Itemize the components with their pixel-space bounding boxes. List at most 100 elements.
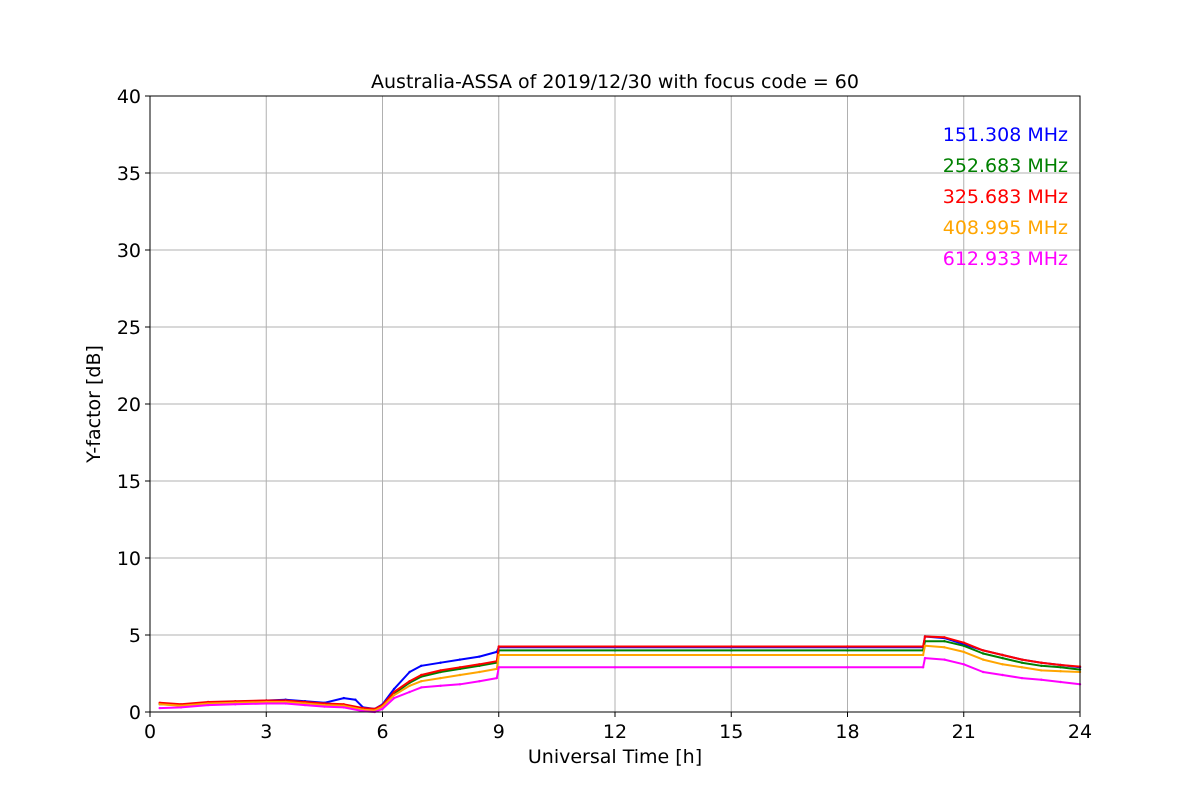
data-point [943,636,946,639]
data-point [1040,678,1043,681]
data-point [846,645,849,648]
data-point [846,666,849,669]
y-tick-label: 5 [129,625,141,647]
data-point [1059,666,1062,669]
data-point [943,640,946,643]
legend-entry: 252.683 MHz [943,155,1068,177]
data-point [1059,680,1062,684]
data-point [497,666,500,669]
data-point [439,676,442,680]
data-point [408,680,411,683]
data-point [1040,661,1043,664]
data-point [730,666,733,669]
data-point [923,656,927,660]
data-point [1020,661,1024,664]
data-point [265,702,268,705]
data-point [923,644,927,647]
data-point [981,652,985,655]
data-point [342,696,345,700]
data-point [1020,666,1024,669]
x-tick-label: 3 [260,721,272,743]
data-point [420,680,423,683]
data-point [420,664,423,667]
data-point [981,649,985,652]
data-point [921,666,925,669]
data-point [962,644,965,647]
data-point [730,649,733,652]
data-point [234,703,237,706]
data-point [408,670,411,674]
data-point [497,653,500,657]
data-point [1040,664,1043,667]
data-point [943,646,946,649]
data-point [392,690,396,694]
data-point [303,703,307,707]
x-tick-label: 21 [952,721,976,743]
chart-title: Australia-ASSA of 2019/12/30 with focus … [371,71,859,93]
x-tick-label: 18 [835,721,859,743]
y-tick-label: 25 [117,317,141,339]
data-point [458,673,462,677]
y-axis-label: Y-factor [dB] [83,345,105,464]
data-point [420,673,423,677]
data-point [962,663,965,666]
y-tick-label: 20 [117,394,141,416]
data-point [284,702,287,705]
data-point [408,684,411,687]
data-point [1001,653,1004,657]
data-point [381,707,384,711]
y-tick-label: 40 [117,86,141,108]
data-point [392,696,396,700]
data-point [342,706,345,709]
x-tick-label: 0 [144,721,156,743]
data-point [458,666,462,669]
legend-entry: 612.933 MHz [943,248,1068,270]
data-point [1059,663,1062,667]
legend-entry: 151.308 MHz [943,124,1068,146]
data-point [981,658,985,661]
data-point [458,658,462,661]
data-point [981,670,985,674]
data-point [1020,676,1024,680]
y-tick-label: 15 [117,471,141,493]
y-tick-label: 10 [117,548,141,570]
data-point [206,703,210,707]
chart-figure: 0 3 6 9 12 15 18 21 24 0 5 10 15 20 25 30 35 40 Australia… [0,0,1200,800]
data-point [354,698,357,701]
y-tick-label: 35 [117,163,141,185]
x-axis-label: Universal Time [h] [528,746,702,768]
data-point [392,687,396,691]
data-point [730,653,733,657]
data-point [730,645,733,648]
data-point [439,669,442,672]
data-point [158,703,161,706]
data-point [1001,663,1004,666]
data-point [1020,658,1024,661]
data-point [478,663,481,666]
data-point [1001,673,1004,677]
data-point [478,670,481,674]
data-point [846,653,849,657]
data-point [613,666,617,669]
data-point [962,641,965,644]
data-point [323,705,326,708]
legend-entry: 408.995 MHz [943,217,1068,239]
y-tick-label: 0 [129,702,141,724]
x-tick-label: 15 [719,721,743,743]
data-point [923,635,927,638]
data-point [439,661,442,664]
data-point [408,690,411,694]
data-point [179,706,183,709]
data-point [613,645,617,648]
chart-canvas: 0 3 6 9 12 15 18 21 24 0 5 10 15 20 25 30 35 40 Australia… [0,0,1200,800]
data-point [392,693,396,697]
x-tick-label: 9 [493,721,505,743]
data-point [495,676,498,680]
data-point [962,650,965,654]
x-tick-label: 24 [1068,721,1092,743]
legend: 151.308 MHz 252.683 MHz 325.683 MHz 408.995… [943,124,1068,270]
data-point [613,653,617,657]
data-point [846,649,849,652]
data-point [158,706,161,710]
data-point [921,653,925,657]
